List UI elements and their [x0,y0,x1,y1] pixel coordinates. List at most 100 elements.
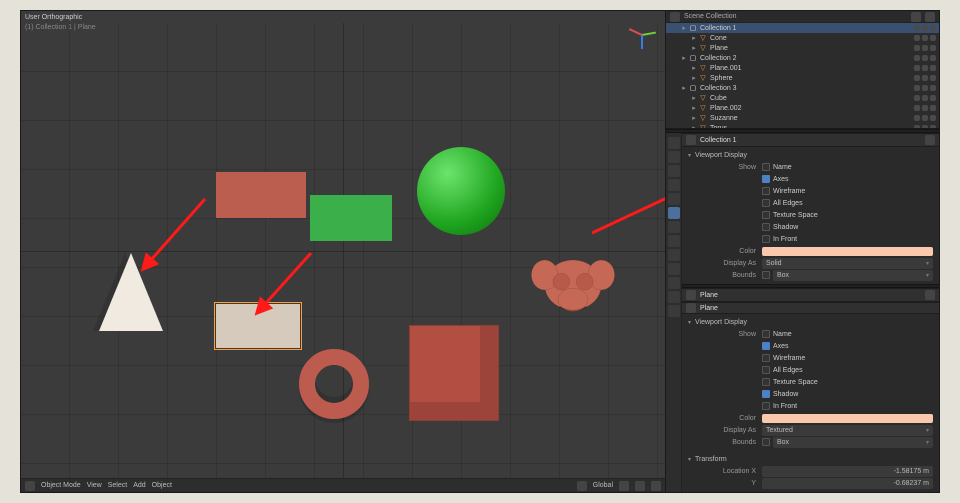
checkbox-in-front[interactable] [762,235,770,243]
breadcrumb-bottom: Plane [682,288,939,302]
right-column: Scene Collection ▸▢Collection 1▸▽Cone▸▽P… [665,11,939,492]
outliner-type-icon[interactable] [670,12,680,22]
label-color-top: Color [688,248,762,255]
checkbox-texture-space[interactable] [762,211,770,219]
select-displayas-bot[interactable]: Textured [762,425,933,436]
checkbox-bounds-top[interactable] [762,271,770,279]
viewport-title: User Orthographic [25,13,96,23]
object-icon [686,135,696,145]
label-color-bot: Color [688,415,762,422]
panel-viewport-display-bottom: Viewport Display ShowNameAxesWireframeAl… [682,314,939,451]
tab-constraints-icon[interactable] [668,263,680,275]
outliner-new-collection-icon[interactable] [925,12,935,22]
subcrumb-bottom-label: Plane [700,305,935,312]
outliner-header: Scene Collection [666,11,939,23]
color-swatch-top[interactable] [762,247,933,256]
checkbox-shadow[interactable] [762,223,770,231]
label-location-x: Location X [688,468,762,475]
outliner-row-plane-001[interactable]: ▸▽Plane.001 [666,63,939,73]
outliner[interactable]: Scene Collection ▸▢Collection 1▸▽Cone▸▽P… [666,11,939,129]
checkbox-all-edges[interactable] [762,199,770,207]
select-displayas-top[interactable]: Solid [762,258,933,269]
properties-panels: Collection 1 Viewport Display ShowNameAx… [682,133,939,492]
outliner-row-plane-002[interactable]: ▸▽Plane.002 [666,103,939,113]
outliner-row-collection-1[interactable]: ▸▢Collection 1 [666,23,939,33]
mode-select[interactable]: Object Mode [41,482,81,489]
tab-world-icon[interactable] [668,193,680,205]
checkbox-all-edges[interactable] [762,366,770,374]
outliner-row-torus[interactable]: ▸▽Torus [666,123,939,128]
tab-render-icon[interactable] [668,137,680,149]
tab-output-icon[interactable] [668,151,680,163]
transform-orientation[interactable]: Global [593,482,613,489]
checkbox-texture-space[interactable] [762,378,770,386]
color-swatch-bot[interactable] [762,414,933,423]
orientation-icon[interactable] [577,481,587,491]
outliner-row-collection-2[interactable]: ▸▢Collection 2 [666,53,939,63]
menu-object[interactable]: Object [152,482,172,489]
editor-type-icon[interactable] [25,481,35,491]
field-location-y[interactable]: -0.68237 m [762,478,933,489]
properties-editor: Collection 1 Viewport Display ShowNameAx… [666,133,939,492]
label-displayas-top: Display As [688,260,762,267]
tab-particles-icon[interactable] [668,235,680,247]
tab-scene-icon[interactable] [668,179,680,191]
checkbox-wireframe[interactable] [762,354,770,362]
checkbox-name[interactable] [762,330,770,338]
label-displayas-bot: Display As [688,427,762,434]
outliner-row-collection-3[interactable]: ▸▢Collection 3 [666,83,939,93]
outliner-row-sphere[interactable]: ▸▽Sphere [666,73,939,83]
app-window: User Orthographic (1) Collection 1 | Pla… [20,10,940,493]
tab-data-icon[interactable] [668,277,680,289]
field-location-x[interactable]: -1.58175 m [762,466,933,477]
object-plane-red-1[interactable] [216,172,306,218]
tab-modifiers-icon[interactable] [668,221,680,233]
plane-icon [686,303,696,313]
checkbox-axes[interactable] [762,342,770,350]
select-bounds-bot[interactable]: Box [773,437,933,448]
checkbox-shadow[interactable] [762,390,770,398]
tab-physics-icon[interactable] [668,249,680,261]
section-title-bottom[interactable]: Viewport Display [688,319,933,326]
checkbox-bounds-bot[interactable] [762,438,770,446]
object-cube[interactable] [409,325,499,421]
shading-icon[interactable] [651,481,661,491]
panel-transform: Transform Location X-1.58175 m Y-0.68237… [682,451,939,492]
panel-viewport-display-top: Viewport Display ShowNameAxesWireframeAl… [682,147,939,284]
tab-texture-icon[interactable] [668,305,680,317]
breadcrumb-top: Collection 1 [682,133,939,147]
object-torus[interactable] [299,349,369,419]
outliner-row-suzanne[interactable]: ▸▽Suzanne [666,113,939,123]
object-sphere[interactable] [417,147,505,235]
section-title-top[interactable]: Viewport Display [688,152,933,159]
tab-viewlayer-icon[interactable] [668,165,680,177]
viewport-gizmo-icon[interactable] [625,17,659,51]
object-suzanne[interactable] [531,245,615,325]
menu-view[interactable]: View [87,482,102,489]
checkbox-name[interactable] [762,163,770,171]
object-plane-green[interactable] [310,195,392,241]
section-title-transform[interactable]: Transform [688,456,933,463]
label-location-y: Y [688,480,762,487]
menu-select[interactable]: Select [108,482,127,489]
object-plane[interactable] [216,304,300,348]
checkbox-in-front[interactable] [762,402,770,410]
outliner-row-plane[interactable]: ▸▽Plane [666,43,939,53]
outliner-tree[interactable]: ▸▢Collection 1▸▽Cone▸▽Plane▸▢Collection … [666,23,939,128]
pin-icon-2[interactable] [925,290,935,300]
outliner-row-cone[interactable]: ▸▽Cone [666,33,939,43]
pin-icon[interactable] [925,135,935,145]
menu-add[interactable]: Add [133,482,145,489]
snap-icon[interactable] [619,481,629,491]
object-cone[interactable] [99,253,163,331]
tab-object-icon[interactable] [668,207,680,219]
checkbox-wireframe[interactable] [762,187,770,195]
pivot-icon[interactable] [635,481,645,491]
tab-material-icon[interactable] [668,291,680,303]
checkbox-axes[interactable] [762,175,770,183]
viewport-3d[interactable]: User Orthographic (1) Collection 1 | Pla… [21,11,665,492]
select-bounds-top[interactable]: Box [773,270,933,281]
outliner-filter-icon[interactable] [911,12,921,22]
outliner-row-cube[interactable]: ▸▽Cube [666,93,939,103]
viewport-footer: Object Mode View Select Add Object Globa… [21,478,665,492]
